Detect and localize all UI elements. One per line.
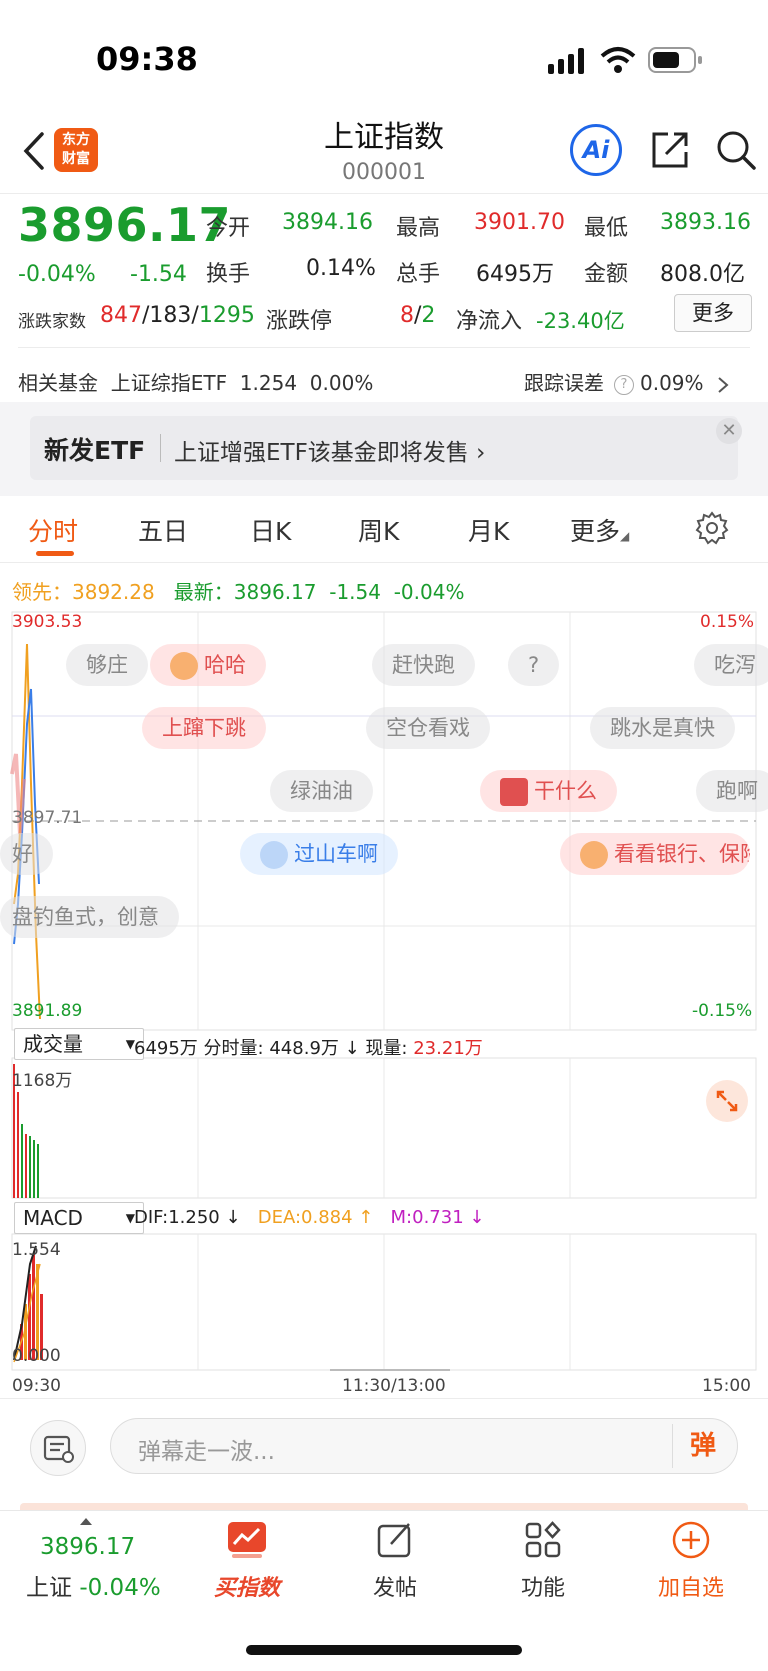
chart-legend: 领先：3892.28 最新：3896.17 -1.54 -0.04% xyxy=(12,580,465,604)
danmu-bubble: 够庄 xyxy=(66,644,148,686)
high-value: 3901.70 xyxy=(474,210,565,235)
danmu-bubble: 空仓看戏 xyxy=(366,707,490,749)
tracking-error[interactable]: 跟踪误差? 0.09% xyxy=(524,367,730,396)
danmu-bubble: ? xyxy=(508,644,560,686)
tab-weekly-k[interactable]: 周K xyxy=(358,512,399,548)
share-icon[interactable] xyxy=(648,128,692,172)
turnover-value: 0.14% xyxy=(306,256,376,281)
high-label: 最高 xyxy=(396,216,441,241)
battery-icon xyxy=(648,47,702,73)
plus-circle-icon xyxy=(672,1521,710,1559)
wifi-icon xyxy=(600,47,636,73)
time-end: 15:00 xyxy=(702,1376,751,1396)
time-mid: 11:30/13:00 xyxy=(342,1376,446,1396)
tab-indicator xyxy=(36,551,74,556)
y-axis-mid: 3897.71 xyxy=(12,808,83,828)
nav-functions[interactable]: 功能 xyxy=(488,1520,598,1602)
status-time: 09:38 xyxy=(96,40,198,78)
nav-index-name[interactable]: 上证 -0.04% xyxy=(26,1568,161,1602)
volume-stats: 6495万 分时量: 448.9万 ↓ 现量: 23.21万 xyxy=(134,1038,483,1059)
nav-post[interactable]: 发帖 xyxy=(340,1520,450,1602)
related-fund[interactable]: 相关基金 上证综指ETF 1.254 0.00% xyxy=(18,367,373,396)
danmu-bubble: 跑啊 xyxy=(696,770,768,812)
chart-up-icon xyxy=(228,1522,266,1558)
current-price: 3896.17 xyxy=(18,198,232,252)
nav-index-price[interactable]: 3896.17 xyxy=(40,1534,135,1560)
volume-max-label: 1168万 xyxy=(12,1071,73,1091)
edit-icon xyxy=(377,1523,411,1558)
banner-text[interactable]: 上证增强ETF该基金即将发售 › xyxy=(174,433,485,467)
turnover-label: 换手 xyxy=(206,262,251,287)
tab-five-day[interactable]: 五日 xyxy=(138,512,188,548)
volume-label: 总手 xyxy=(396,262,441,287)
danmu-bubble: 上蹿下跳 xyxy=(142,707,266,749)
danmu-input-placeholder: 弹幕走一波... xyxy=(138,1439,275,1465)
volume-value: 6495万 xyxy=(476,262,554,287)
advance-decline-label: 涨跌家数 xyxy=(18,312,86,332)
grid-icon xyxy=(525,1521,561,1558)
danmu-bubble: 干什么 xyxy=(480,770,617,812)
gear-icon[interactable] xyxy=(694,510,730,546)
limit-label: 涨跌停 xyxy=(266,309,333,334)
danmu-bubble: 盘钓鱼式，创意 xyxy=(0,896,179,938)
macd-top-label: 1.554 xyxy=(12,1240,61,1260)
nav-buy-index[interactable]: 买指数 xyxy=(192,1520,302,1602)
amount-label: 金额 xyxy=(584,262,629,287)
y-axis-top: 3903.53 xyxy=(12,612,83,632)
time-start: 09:30 xyxy=(12,1376,61,1396)
open-value: 3894.16 xyxy=(282,210,373,235)
signal-icon xyxy=(548,48,584,74)
danmu-bubble: 好 xyxy=(0,833,53,875)
close-icon[interactable]: ✕ xyxy=(716,418,742,444)
macd-zero-label: 0.000 xyxy=(12,1346,61,1366)
danmu-toggle-button[interactable]: 弹 xyxy=(672,1424,733,1468)
limit-values: 8/2 xyxy=(400,303,436,328)
amount-value: 808.0亿 xyxy=(660,262,745,287)
net-inflow-label: 净流入 xyxy=(456,309,523,334)
danmu-bubble: 看看银行、保险 xyxy=(560,833,750,875)
banner-divider xyxy=(160,434,161,462)
more-button[interactable]: 更多 xyxy=(674,294,752,332)
net-inflow-value: -23.40亿 xyxy=(536,309,625,333)
tab-daily-k[interactable]: 日K xyxy=(250,512,291,548)
change-percent: -0.04% xyxy=(18,262,96,287)
danmu-settings-icon[interactable] xyxy=(30,1420,86,1476)
tab-intraday[interactable]: 分时 xyxy=(28,512,78,548)
danmu-bubble: 跳水是真快 xyxy=(590,707,735,749)
chevron-right-icon xyxy=(718,376,729,393)
danmu-bubble: 赶快跑 xyxy=(372,644,475,686)
pct-axis-bottom: -0.15% xyxy=(692,1001,753,1021)
ai-button[interactable]: Ai xyxy=(570,124,622,176)
banner-tag: 新发ETF xyxy=(44,436,146,465)
pct-axis-top: 0.15% xyxy=(700,612,755,632)
open-label: 今开 xyxy=(206,216,251,241)
change-amount: -1.54 xyxy=(130,262,187,287)
home-indicator xyxy=(246,1645,522,1655)
caret-up-icon xyxy=(80,1518,92,1525)
danmu-bubble: 哈哈 xyxy=(150,644,266,686)
expand-icon[interactable] xyxy=(706,1080,748,1122)
nav-add-watchlist[interactable]: 加自选 xyxy=(636,1520,746,1602)
macd-select[interactable]: MACD ▼ xyxy=(14,1202,144,1234)
tab-more[interactable]: 更多◢ xyxy=(570,512,629,548)
volume-select[interactable]: 成交量 ▼ xyxy=(14,1028,144,1060)
danmu-bubble: 绿油油 xyxy=(270,770,373,812)
y-axis-bottom: 3891.89 xyxy=(12,1001,83,1021)
macd-stats: DIF:1.250 ↓ DEA:0.884 ↑ M:0.731 ↓ xyxy=(134,1207,485,1228)
low-label: 最低 xyxy=(584,216,629,241)
tab-monthly-k[interactable]: 月K xyxy=(468,512,509,548)
low-value: 3893.16 xyxy=(660,210,751,235)
advance-decline-values: 847/183/1295 xyxy=(100,303,255,328)
search-icon[interactable] xyxy=(714,128,758,172)
help-icon: ? xyxy=(614,374,634,395)
danmu-bubble: 吃泻 xyxy=(694,644,768,686)
danmu-bubble: 过山车啊 xyxy=(240,833,398,875)
